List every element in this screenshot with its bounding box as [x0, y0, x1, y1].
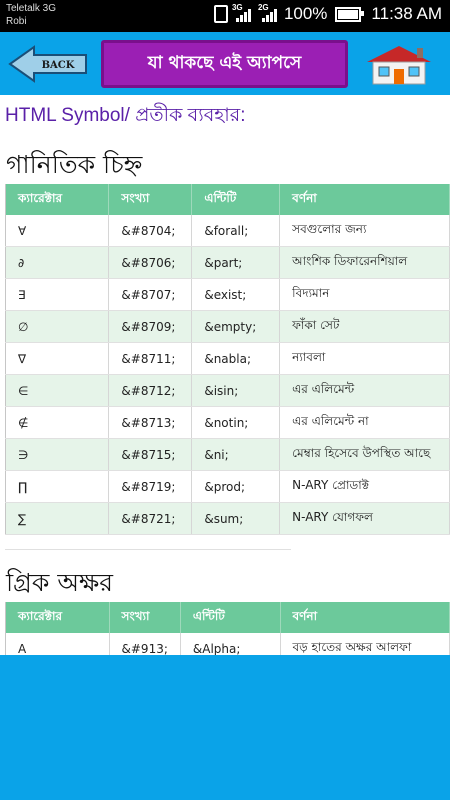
cell-number: &#8721; [108, 502, 193, 535]
cell-entity: &empty; [191, 310, 281, 343]
col-header-number: সংখ্যা [109, 602, 181, 633]
home-button[interactable] [363, 44, 435, 86]
content-area[interactable]: HTML Symbol/ প্রতীক ব্যবহার: গানিতিক চিহ… [0, 95, 450, 655]
clock: 11:38 AM [371, 4, 442, 23]
col-header-character: ক্যারেক্টার [5, 184, 110, 215]
cell-number: &#8706; [108, 246, 193, 279]
section-heading-math: গানিতিক চিহ্ন [6, 150, 143, 179]
cell-character: ∀ [5, 215, 110, 247]
status-icons: 3G 2G 100% 11:38 AM [213, 3, 442, 24]
cell-entity: &ni; [191, 438, 281, 471]
home-icon [367, 46, 431, 85]
carrier-2: Robi [6, 16, 27, 27]
intro-title: HTML Symbol/ প্রতীক ব্যবহার: [5, 105, 246, 126]
cell-entity: &part; [191, 246, 281, 279]
cell-character: ∈ [5, 374, 110, 407]
table-row: ∋ &#8715; &ni; মেম্বার হিসেবে উপস্থিত আছে [5, 438, 450, 471]
back-arrow-icon: BACK [8, 45, 87, 83]
table-header-row: ক্যারেক্টার সংখ্যা এন্টিটি বর্ণনা [5, 602, 450, 633]
table-row: ∑ &#8721; &sum; N-ARY যোগফল [5, 502, 450, 535]
col-header-entity: এন্টিটি [191, 184, 281, 215]
cell-entity: &Alpha; [180, 633, 281, 655]
col-header-entity: এন্টিটি [180, 602, 281, 633]
cell-number: &#8707; [108, 278, 193, 311]
cell-description: এর এলিমেন্ট [279, 374, 450, 407]
cell-number: &#8711; [108, 342, 193, 375]
app-features-label: যা থাকছে এই অ্যাপসে [147, 53, 302, 73]
cell-entity: &isin; [191, 374, 281, 407]
table-row: ∅ &#8709; &empty; ফাঁকা সেট [5, 310, 450, 343]
cell-description: ফাঁকা সেট [279, 310, 450, 343]
cell-description: আংশিক ডিফারেনশিয়াল [279, 246, 450, 279]
cell-description: মেম্বার হিসেবে উপস্থিত আছে [279, 438, 450, 471]
table-row: ∇ &#8711; &nabla; ন্যাবলা [5, 342, 450, 375]
table-row: ∂ &#8706; &part; আংশিক ডিফারেনশিয়াল [5, 246, 450, 279]
section-heading-greek: গ্রিক অক্ষর [6, 568, 113, 597]
col-header-description: বর্ণনা [280, 602, 450, 633]
signal-icon-2: 2G [257, 3, 280, 24]
col-header-number: সংখ্যা [108, 184, 193, 215]
table-row: ∃ &#8707; &exist; বিদ্যমান [5, 278, 450, 311]
cell-entity: &forall; [191, 215, 281, 247]
cell-entity: &sum; [191, 502, 281, 535]
cell-entity: &exist; [191, 278, 281, 311]
carrier-info: Teletalk 3G Robi [6, 2, 56, 28]
cell-character: ∂ [5, 246, 110, 279]
signal-icon-1: 3G [231, 3, 254, 24]
network-type-2: 2G [257, 3, 269, 12]
cell-description: এর এলিমেন্ট না [279, 406, 450, 439]
cell-character: ∋ [5, 438, 110, 471]
battery-percent: 100% [283, 4, 328, 23]
table-row: ∀ &#8704; &forall; সবগুলোর জন্য [5, 215, 450, 247]
table-row: ∈ &#8712; &isin; এর এলিমেন্ট [5, 374, 450, 407]
cell-character: ∏ [5, 470, 110, 503]
cell-number: &#8719; [108, 470, 193, 503]
cell-character: ∉ [5, 406, 110, 439]
cell-number: &#8712; [108, 374, 193, 407]
carrier-1: Teletalk 3G [6, 3, 57, 14]
cell-entity: &nabla; [191, 342, 281, 375]
app-features-button[interactable]: যা থাকছে এই অ্যাপসে [101, 40, 348, 88]
top-bar: BACK যা থাকছে এই অ্যাপসে [0, 32, 450, 95]
cell-number: &#8704; [108, 215, 193, 247]
greek-letters-table: ক্যারেক্টার সংখ্যা এন্টিটি বর্ণনা A &#913… [5, 602, 450, 655]
table-row: ∏ &#8719; &prod; N-ARY প্রোডাক্ট [5, 470, 450, 503]
battery-icon [335, 6, 365, 22]
cell-number: &#8709; [108, 310, 193, 343]
cell-description: সবগুলোর জন্য [279, 215, 450, 247]
cell-character: A [5, 633, 110, 655]
table-header-row: ক্যারেক্টার সংখ্যা এন্টিটি বর্ণনা [5, 184, 450, 215]
back-label: BACK [42, 60, 75, 71]
cell-entity: &notin; [191, 406, 281, 439]
network-type-1: 3G [231, 3, 243, 12]
cell-character: ∑ [5, 502, 110, 535]
cell-description: N-ARY প্রোডাক্ট [279, 470, 450, 503]
cell-character: ∃ [5, 278, 110, 311]
cell-description: বড় হাতের অক্ষর আলফা [280, 633, 450, 655]
status-bar: Teletalk 3G Robi 3G 2G 100% 11:38 AM [0, 0, 450, 32]
col-header-description: বর্ণনা [279, 184, 450, 215]
section-divider [5, 549, 291, 550]
cell-number: &#8713; [108, 406, 193, 439]
cell-description: N-ARY যোগফল [279, 502, 450, 535]
cell-description: বিদ্যমান [279, 278, 450, 311]
math-symbols-table: ক্যারেক্টার সংখ্যা এন্টিটি বর্ণনা ∀ &#870… [5, 184, 450, 535]
col-header-character: ক্যারেক্টার [5, 602, 110, 633]
cell-entity: &prod; [191, 470, 281, 503]
table-row: A &#913; &Alpha; বড় হাতের অক্ষর আলফা [5, 633, 450, 655]
table-row: ∉ &#8713; &notin; এর এলিমেন্ট না [5, 406, 450, 439]
cell-number: &#8715; [108, 438, 193, 471]
cell-number: &#913; [109, 633, 181, 655]
vibrate-icon [213, 5, 228, 23]
cell-description: ন্যাবলা [279, 342, 450, 375]
cell-character: ∇ [5, 342, 110, 375]
bottom-panel [0, 655, 450, 800]
cell-character: ∅ [5, 310, 110, 343]
back-button[interactable]: BACK [8, 44, 88, 84]
